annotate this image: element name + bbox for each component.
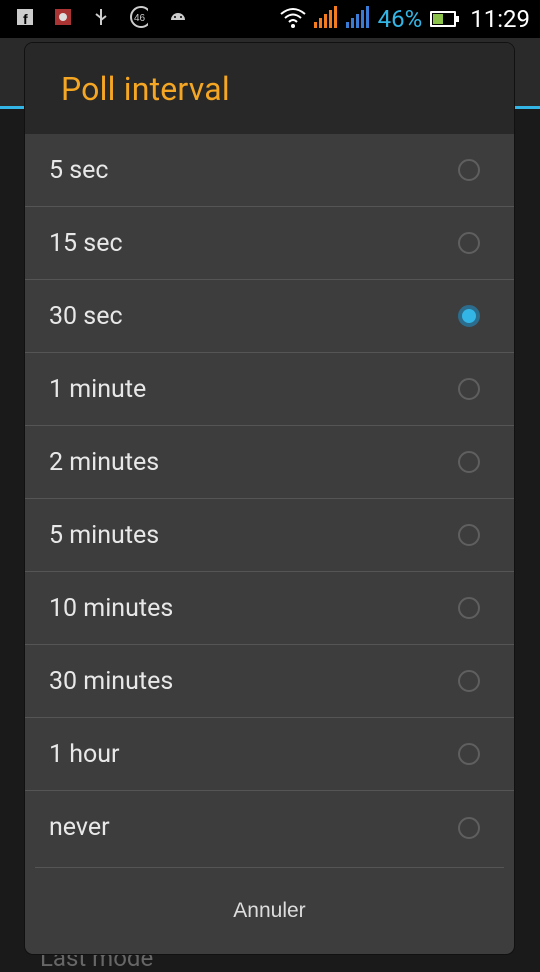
dialog-title: Poll interval: [61, 69, 230, 108]
option-label: 1 hour: [49, 739, 120, 769]
option-item[interactable]: 1 hour: [25, 718, 514, 791]
facebook-icon: f: [16, 8, 34, 26]
option-item[interactable]: 15 sec: [25, 207, 514, 280]
poll-interval-dialog: Poll interval 5 sec 15 sec 30 sec 1 minu…: [25, 43, 514, 954]
option-label: 2 minutes: [49, 447, 160, 477]
option-item[interactable]: 30 sec: [25, 280, 514, 353]
option-label: 15 sec: [49, 228, 123, 258]
radio-button[interactable]: [458, 670, 480, 692]
radio-button[interactable]: [458, 232, 480, 254]
radio-button[interactable]: [458, 378, 480, 400]
option-item[interactable]: 10 minutes: [25, 572, 514, 645]
option-label: 5 sec: [49, 155, 109, 185]
wifi-icon: [280, 6, 306, 32]
battery-percent: 46%: [377, 5, 423, 33]
radio-button[interactable]: [458, 159, 480, 181]
option-label: 10 minutes: [49, 593, 174, 623]
battery-icon: [430, 11, 460, 27]
option-item[interactable]: 2 minutes: [25, 426, 514, 499]
dialog-header: Poll interval: [25, 43, 514, 134]
clock: 11:29: [470, 5, 530, 33]
status-bar: f 46 46% 11:29: [0, 0, 540, 38]
svg-text:f: f: [23, 11, 28, 26]
option-label: never: [49, 813, 110, 842]
option-item[interactable]: 5 minutes: [25, 499, 514, 572]
option-label: 1 minute: [49, 374, 147, 404]
cancel-button[interactable]: Annuler: [227, 898, 311, 924]
option-item[interactable]: 5 sec: [25, 134, 514, 207]
radio-button[interactable]: [458, 305, 480, 327]
option-label: 5 minutes: [49, 520, 160, 550]
app-icon: [54, 8, 72, 26]
radio-button[interactable]: [458, 816, 480, 839]
option-item[interactable]: 30 minutes: [25, 645, 514, 718]
signal-icon: [313, 6, 338, 32]
4g-icon: 46: [130, 6, 148, 28]
option-item[interactable]: 1 minute: [25, 353, 514, 426]
android-icon: [168, 8, 186, 26]
option-label: 30 minutes: [49, 666, 174, 696]
option-item[interactable]: never: [25, 791, 514, 864]
radio-button[interactable]: [458, 743, 480, 765]
dialog-footer: Annuler: [35, 867, 504, 954]
signal2-icon: [345, 6, 370, 32]
system-icons: 46% 11:29: [280, 4, 530, 34]
options-list: 5 sec 15 sec 30 sec 1 minute 2 minutes 5…: [25, 134, 514, 864]
svg-text:46: 46: [134, 13, 146, 24]
usb-icon: [92, 8, 110, 26]
notification-icons: f 46: [16, 6, 186, 28]
radio-button[interactable]: [458, 451, 480, 473]
option-label: 30 sec: [49, 301, 123, 331]
radio-button[interactable]: [458, 524, 480, 546]
radio-button[interactable]: [458, 597, 480, 619]
